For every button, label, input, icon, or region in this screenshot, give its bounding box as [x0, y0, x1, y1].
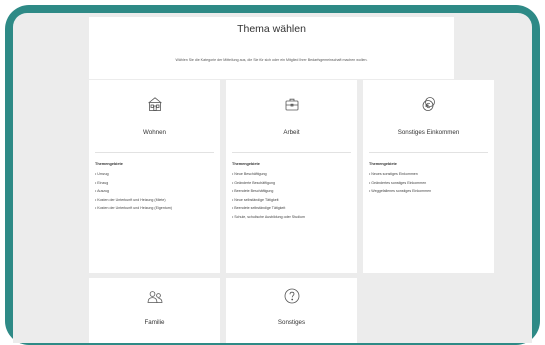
topic-item[interactable]: Neue Beschäftigung — [232, 170, 353, 179]
card-section-heading: Themengebiete — [232, 162, 260, 166]
page-title: Thema wählen — [237, 23, 306, 35]
card-section-heading: Themengebiete — [95, 162, 123, 166]
topic-item[interactable]: Umzug — [95, 170, 216, 179]
house-icon — [147, 96, 163, 112]
card-familie[interactable]: Familie — [89, 278, 220, 343]
card-sonstiges-einkommen-label: Sonstiges Einkommen — [397, 129, 460, 136]
topic-list: Neues sonstiges Einkommen Geändertes son… — [369, 170, 490, 196]
card-divider — [369, 152, 488, 153]
topic-item[interactable]: Beendete Beschäftigung — [232, 187, 353, 196]
question-icon — [284, 288, 300, 304]
card-sonstiges-einkommen[interactable]: Sonstiges Einkommen Themengebiete Neues … — [363, 80, 494, 273]
topic-item[interactable]: Auszug — [95, 187, 216, 196]
topic-item[interactable]: Weggefallenes sonstiges Einkommen — [369, 187, 490, 196]
family-icon — [147, 289, 163, 305]
card-wohnen[interactable]: Wohnen Themengebiete Umzug Einzug Auszug… — [89, 80, 220, 273]
topic-item[interactable]: Schule, schulische Ausbildung oder Studi… — [232, 213, 353, 222]
card-familie-label: Familie — [144, 319, 165, 326]
card-sonstiges-label: Sonstiges — [277, 319, 306, 326]
topic-item[interactable]: Neues sonstiges Einkommen — [369, 170, 490, 179]
card-sonstiges[interactable]: Sonstiges — [226, 278, 357, 343]
card-wohnen-label: Wohnen — [143, 129, 166, 136]
page-subtitle: Wählen Sie die Kategorie der Mitteilung … — [175, 58, 368, 62]
card-arbeit-label: Arbeit — [283, 129, 300, 136]
topic-item[interactable]: Beendete selbständige Tätigkeit — [232, 204, 353, 213]
app-screen: Thema wählen Wählen Sie die Kategorie de… — [13, 13, 532, 343]
topic-list: Umzug Einzug Auszug Kosten der Unterkunf… — [95, 170, 216, 213]
topic-item[interactable]: Einzug — [95, 179, 216, 188]
topic-item[interactable]: Kosten der Unterkunft und Heizung (Eigen… — [95, 204, 216, 213]
briefcase-icon — [284, 96, 300, 112]
card-divider — [232, 152, 351, 153]
topic-list: Neue Beschäftigung Geänderte Beschäftigu… — [232, 170, 353, 222]
card-divider — [95, 152, 214, 153]
topic-item[interactable]: Geändertes sonstiges Einkommen — [369, 179, 490, 188]
topic-item[interactable]: Geänderte Beschäftigung — [232, 179, 353, 188]
topic-item[interactable]: Kosten der Unterkunft und Heizung (Miete… — [95, 196, 216, 205]
topic-item[interactable]: Neue selbständige Tätigkeit — [232, 196, 353, 205]
page-header: Thema wählen Wählen Sie die Kategorie de… — [89, 17, 454, 79]
card-section-heading: Themengebiete — [369, 162, 397, 166]
card-arbeit[interactable]: Arbeit Themengebiete Neue Beschäftigung … — [226, 80, 357, 273]
euro-coins-icon — [421, 96, 437, 112]
